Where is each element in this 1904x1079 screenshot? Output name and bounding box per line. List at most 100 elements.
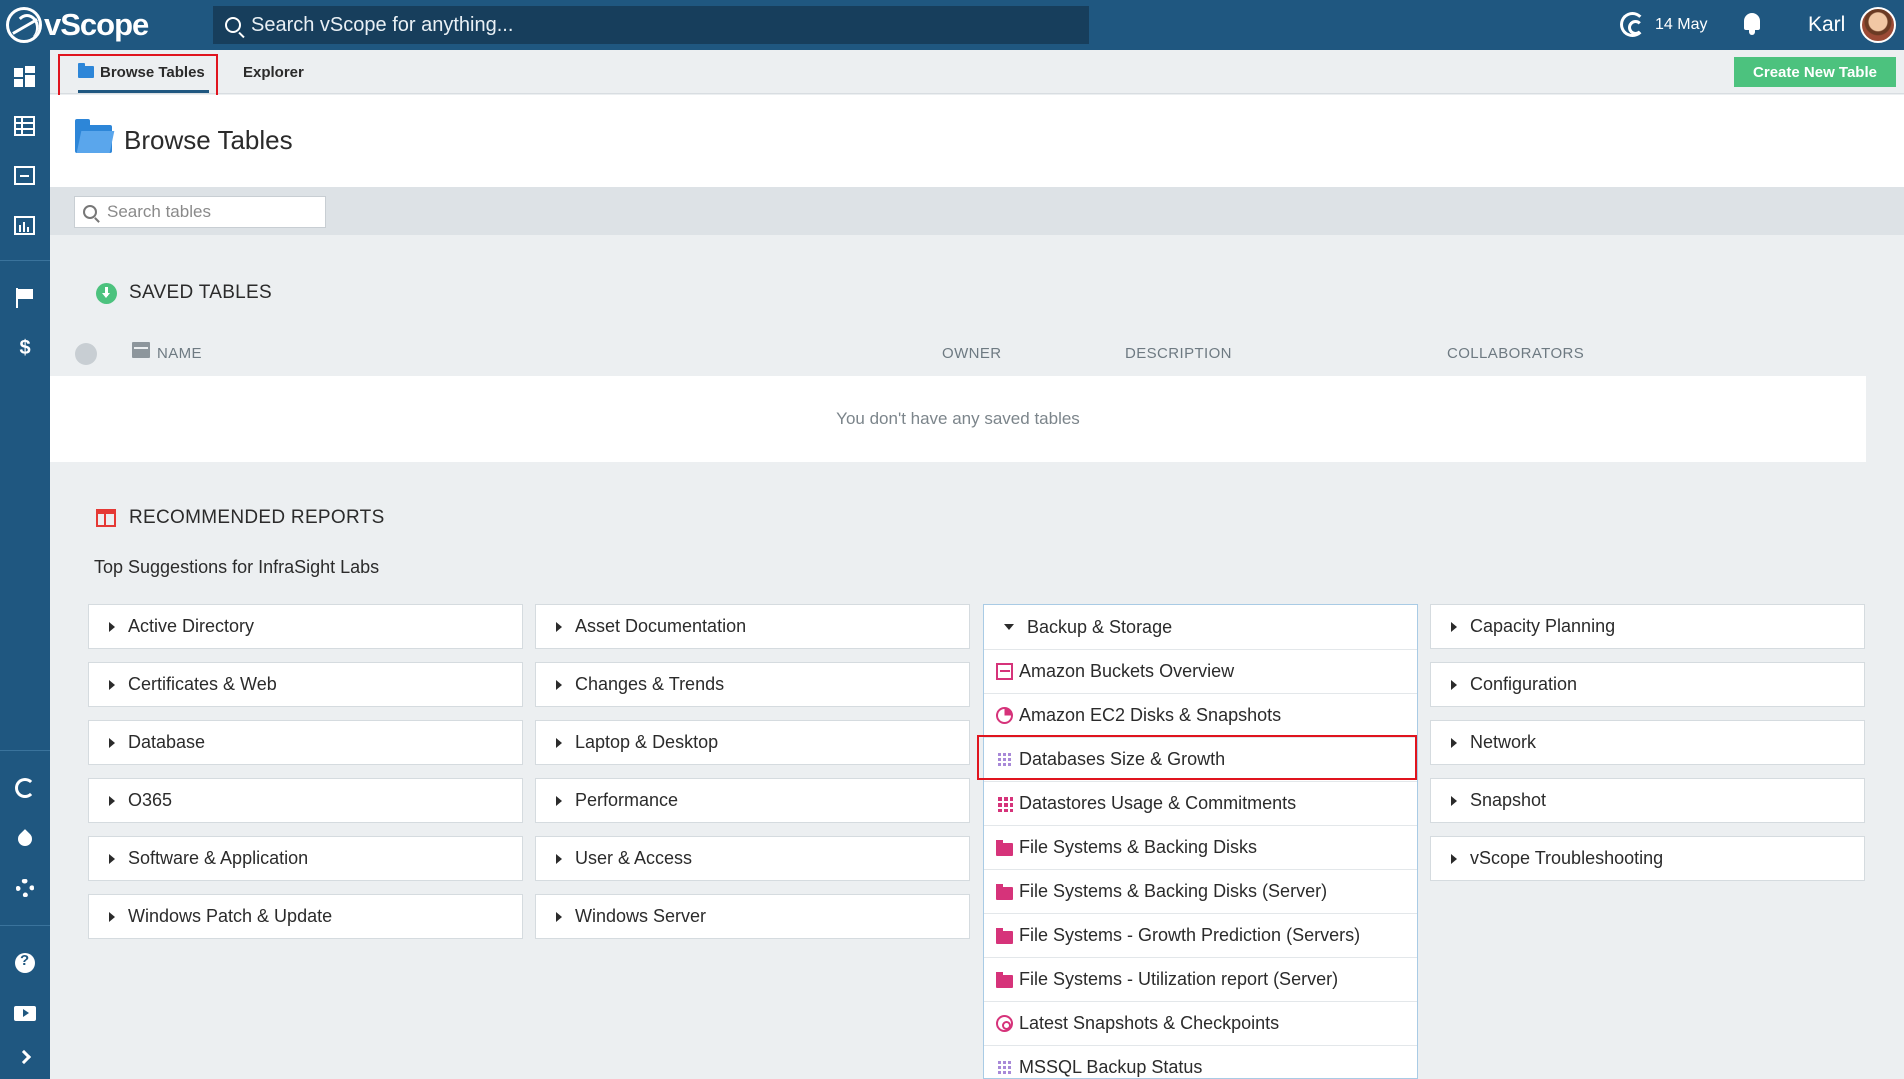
report-category-certificates-web[interactable]: Certificates & Web — [88, 662, 523, 707]
category-label: Performance — [575, 790, 679, 810]
download-icon — [96, 282, 117, 304]
category-label: Asset Documentation — [575, 616, 747, 636]
gear-icon[interactable] — [13, 876, 37, 900]
page-header: Browse Tables — [50, 95, 1904, 187]
report-category-performance[interactable]: Performance — [535, 778, 970, 823]
caret-right-icon — [109, 795, 115, 806]
report-item[interactable]: Amazon EC2 Disks & Snapshots — [984, 694, 1417, 738]
report-label: MSSQL Backup Status — [1019, 1057, 1203, 1077]
report-category-windows-patch[interactable]: Windows Patch & Update — [88, 894, 523, 939]
video-icon[interactable] — [13, 1001, 37, 1025]
bell-icon[interactable] — [1742, 13, 1762, 35]
table-icon[interactable] — [13, 114, 37, 138]
report-category-user-access[interactable]: User & Access — [535, 836, 970, 881]
report-item[interactable]: Latest Snapshots & Checkpoints — [984, 1002, 1417, 1046]
report-category-windows-server[interactable]: Windows Server — [535, 894, 970, 939]
column-owner[interactable]: OWNER — [942, 345, 1002, 362]
category-label: Laptop & Desktop — [575, 732, 719, 752]
report-category-configuration[interactable]: Configuration — [1430, 662, 1865, 707]
report-item[interactable]: File Systems - Growth Prediction (Server… — [984, 914, 1417, 958]
report-category-asset-documentation[interactable]: Asset Documentation — [535, 604, 970, 649]
caret-right-icon — [109, 853, 115, 864]
camera-icon — [996, 1015, 1013, 1032]
window-icon[interactable] — [13, 164, 37, 188]
tab-strip: Browse Tables Explorer — [50, 50, 1904, 94]
report-label: Datastores Usage & Commitments — [1019, 793, 1297, 813]
search-icon — [83, 205, 97, 219]
global-search-placeholder: Search vScope for anything... — [251, 13, 514, 36]
caret-right-icon — [556, 853, 562, 864]
recommended-reports-heading: RECOMMENDED REPORTS — [96, 507, 385, 529]
category-label: O365 — [128, 790, 173, 810]
create-new-table-button[interactable]: Create New Table — [1734, 57, 1896, 87]
backup-storage-toggle[interactable]: Backup & Storage — [984, 605, 1417, 650]
caret-right-icon — [556, 737, 562, 748]
column-name[interactable]: NAME — [157, 345, 202, 362]
report-label: File Systems & Backing Disks — [1019, 837, 1258, 857]
globe-icon — [6, 7, 42, 43]
category-label: Software & Application — [128, 848, 309, 868]
category-label: vScope Troubleshooting — [1470, 848, 1664, 868]
report-category-network[interactable]: Network — [1430, 720, 1865, 765]
saved-tables-title: SAVED TABLES — [129, 282, 272, 303]
dashboard-icon[interactable] — [13, 65, 37, 89]
report-category-laptop-desktop[interactable]: Laptop & Desktop — [535, 720, 970, 765]
caret-right-icon — [1451, 795, 1457, 806]
report-item[interactable]: Datastores Usage & Commitments — [984, 782, 1417, 826]
caret-right-icon — [1451, 621, 1457, 632]
report-category-database[interactable]: Database — [88, 720, 523, 765]
table-icon — [996, 1059, 1013, 1076]
column-description[interactable]: DESCRIPTION — [1125, 345, 1232, 362]
table-search-input[interactable] — [107, 202, 307, 222]
suggestions-subtitle: Top Suggestions for InfraSight Labs — [94, 557, 380, 577]
category-label: Database — [128, 732, 206, 752]
report-label: File Systems & Backing Disks (Server) — [1019, 881, 1328, 901]
page-title: Browse Tables — [124, 125, 293, 155]
logo-text: vScope — [44, 7, 149, 42]
report-item[interactable]: Amazon Buckets Overview — [984, 650, 1417, 694]
report-chart-icon[interactable] — [13, 214, 37, 238]
global-search-input[interactable]: Search vScope for anything... — [213, 6, 1089, 44]
report-item[interactable]: File Systems & Backing Disks (Server) — [984, 870, 1417, 914]
user-name[interactable]: Karl — [1808, 13, 1845, 37]
caret-right-icon — [1451, 679, 1457, 690]
caret-right-icon — [1451, 853, 1457, 864]
saved-tables-heading: SAVED TABLES — [96, 282, 272, 304]
rocket-icon[interactable] — [13, 826, 37, 850]
report-category-vscope-troubleshooting[interactable]: vScope Troubleshooting — [1430, 836, 1865, 881]
report-category-o365[interactable]: O365 — [88, 778, 523, 823]
report-label: File Systems - Utilization report (Serve… — [1019, 969, 1339, 989]
avatar[interactable] — [1860, 7, 1896, 43]
dollar-icon[interactable]: $ — [13, 336, 37, 360]
flag-icon[interactable] — [13, 286, 37, 310]
archive-icon — [132, 342, 150, 358]
tab-explorer-label: Explorer — [243, 63, 304, 81]
tab-explorer[interactable]: Explorer — [243, 50, 304, 94]
report-category-backup-storage: Backup & Storage Amazon Buckets Overview… — [983, 604, 1418, 1079]
help-icon[interactable]: ? — [13, 951, 37, 975]
expand-sidebar-icon[interactable] — [13, 1045, 37, 1069]
table-search-box[interactable] — [74, 196, 326, 228]
report-item[interactable]: MSSQL Backup Status — [984, 1046, 1417, 1078]
report-category-capacity-planning[interactable]: Capacity Planning — [1430, 604, 1865, 649]
recommended-reports-title: RECOMMENDED REPORTS — [129, 507, 385, 528]
column-collaborators[interactable]: COLLABORATORS — [1447, 345, 1584, 362]
report-label: Latest Snapshots & Checkpoints — [1019, 1013, 1280, 1033]
select-all-radio[interactable] — [75, 343, 97, 365]
report-category-active-directory[interactable]: Active Directory — [88, 604, 523, 649]
vscope-logo[interactable]: vScope — [6, 7, 149, 43]
caret-right-icon — [556, 679, 562, 690]
caret-right-icon — [556, 911, 562, 922]
report-category-changes-trends[interactable]: Changes & Trends — [535, 662, 970, 707]
report-category-snapshot[interactable]: Snapshot — [1430, 778, 1865, 823]
category-label: Active Directory — [128, 616, 255, 636]
report-category-software-application[interactable]: Software & Application — [88, 836, 523, 881]
report-item[interactable]: File Systems - Utilization report (Serve… — [984, 958, 1417, 1002]
category-label: Snapshot — [1470, 790, 1547, 810]
report-item[interactable]: File Systems & Backing Disks — [984, 826, 1417, 870]
sync-icon[interactable] — [1620, 12, 1645, 37]
folder-icon — [996, 927, 1013, 944]
category-label: Capacity Planning — [1470, 616, 1616, 636]
discovery-icon[interactable] — [13, 776, 37, 800]
folder-icon — [996, 883, 1013, 900]
